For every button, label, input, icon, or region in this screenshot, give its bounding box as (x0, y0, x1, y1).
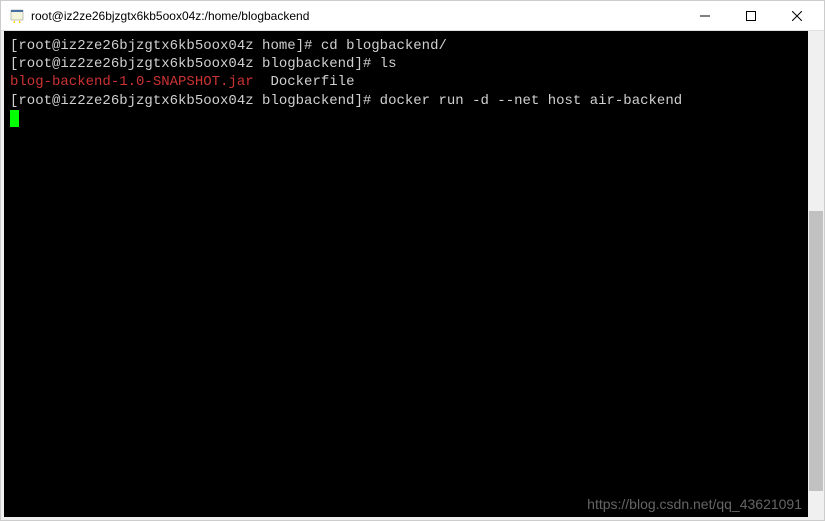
command: docker run -d --net host air-backend (380, 93, 682, 109)
close-button[interactable] (774, 1, 820, 30)
terminal[interactable]: [root@iz2ze26bjzgtx6kb5oox04z home]# cd … (4, 31, 808, 517)
cursor (10, 110, 19, 127)
terminal-line: blog-backend-1.0-SNAPSHOT.jar Dockerfile (10, 73, 802, 91)
minimize-button[interactable] (682, 1, 728, 30)
scrollbar-thumb[interactable] (809, 211, 823, 491)
titlebar: root@iz2ze26bjzgtx6kb5oox04z:/home/blogb… (1, 1, 824, 31)
prompt: [root@iz2ze26bjzgtx6kb5oox04z blogbacken… (10, 93, 380, 109)
watermark: https://blog.csdn.net/qq_43621091 (587, 496, 802, 512)
terminal-line: [root@iz2ze26bjzgtx6kb5oox04z blogbacken… (10, 92, 802, 110)
file-jar: blog-backend-1.0-SNAPSHOT.jar (10, 74, 254, 90)
terminal-line: [root@iz2ze26bjzgtx6kb5oox04z home]# cd … (10, 37, 802, 55)
prompt: [root@iz2ze26bjzgtx6kb5oox04z home]# (10, 38, 321, 54)
prompt: [root@iz2ze26bjzgtx6kb5oox04z blogbacken… (10, 56, 380, 72)
maximize-button[interactable] (728, 1, 774, 30)
window-controls (682, 1, 820, 30)
app-icon (9, 8, 25, 24)
scrollbar[interactable] (808, 31, 824, 520)
command: cd blogbackend/ (321, 38, 447, 54)
window-title: root@iz2ze26bjzgtx6kb5oox04z:/home/blogb… (31, 9, 682, 23)
terminal-line: [root@iz2ze26bjzgtx6kb5oox04z blogbacken… (10, 55, 802, 73)
command: ls (380, 56, 397, 72)
cursor-line (10, 110, 802, 128)
file-dockerfile: Dockerfile (270, 74, 354, 90)
